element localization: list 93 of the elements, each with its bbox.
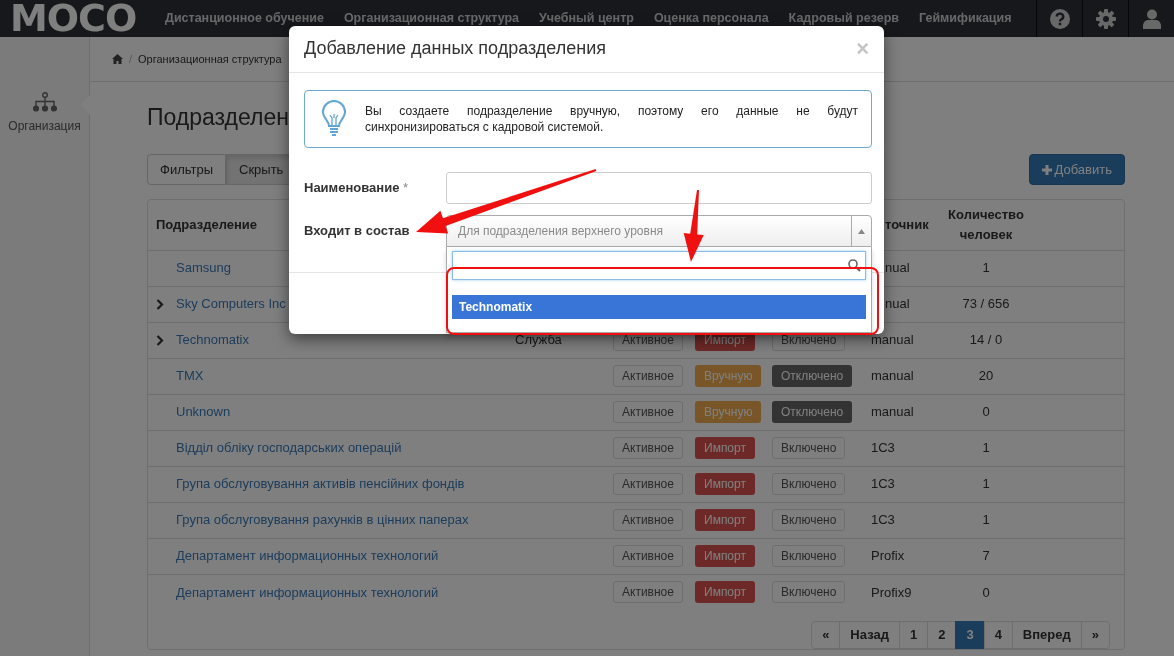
modal-title: Добавление данных подразделения (304, 38, 607, 60)
breadcrumb-separator: / (129, 51, 133, 67)
table-cell: nual (885, 260, 910, 276)
department-link[interactable]: Департамент информационных технологий (176, 546, 439, 566)
chevron-icon[interactable] (156, 298, 164, 310)
table-cell: 73 / 656 (962, 296, 1010, 312)
page-link[interactable]: « (811, 621, 841, 649)
field-label: Наименование * (304, 179, 410, 198)
lightbulb-icon (322, 100, 346, 138)
status-badge: Активное (613, 473, 683, 495)
table-cell: 1C3 (871, 440, 895, 456)
table-cell: manual (871, 368, 914, 384)
sync-badge: Отключено (772, 365, 853, 387)
sync-badge: Включено (772, 545, 846, 567)
dropdown-option[interactable]: Technomatix (452, 295, 866, 319)
origin-badge: Импорт (695, 509, 755, 531)
table-cell: 7 (982, 548, 990, 564)
table-cell: 1 (982, 476, 990, 492)
origin-badge: Вручную (695, 365, 762, 387)
search-field[interactable] (452, 251, 866, 280)
table-cell: Profix (871, 548, 905, 564)
page-link[interactable]: Вперед (1011, 621, 1082, 649)
department-link[interactable]: TMX (176, 366, 204, 386)
status-badge: Активное (613, 581, 683, 604)
column-header: Количество человек (948, 207, 1024, 242)
plus-icon (1041, 164, 1052, 175)
origin-badge: Импорт (695, 545, 755, 567)
name-field[interactable] (446, 172, 872, 204)
breadcrumb-link[interactable]: Организационная структура (138, 50, 282, 68)
hierarchy-icon (32, 92, 57, 112)
department-link[interactable]: Samsung (176, 258, 231, 278)
nav-link[interactable]: Учебный центр (529, 9, 644, 28)
column-header: Подразделение (156, 217, 258, 232)
page-link[interactable]: 1 (898, 621, 929, 649)
nav-link[interactable]: Дистанционное обучение (155, 9, 334, 28)
sync-badge: Включено (772, 509, 846, 531)
page-link[interactable]: 2 (927, 621, 957, 649)
status-badge: Активное (613, 365, 683, 387)
column-header: точник (885, 217, 929, 232)
origin-badge: Импорт (695, 473, 755, 495)
status-badge: Активное (613, 437, 683, 459)
page-title: Подразделен (147, 103, 289, 132)
table-cell: nual (885, 296, 910, 312)
table-cell: manual (871, 332, 914, 348)
table-cell: 1 (982, 512, 990, 528)
nav-link[interactable]: Кадровый резерв (778, 9, 909, 28)
sync-badge: Включено (772, 581, 846, 604)
status-badge: Активное (613, 401, 683, 423)
sync-badge: Включено (772, 437, 846, 459)
table-cell: 1C3 (871, 512, 895, 528)
table-cell: manual (871, 404, 914, 420)
table-cell: 1C3 (871, 476, 895, 492)
department-link[interactable]: Відділ обліку господарських операцій (176, 438, 402, 458)
page-link[interactable]: Назад (839, 621, 900, 649)
table-cell: 1 (982, 260, 990, 276)
nav-link[interactable]: Геймификация (909, 9, 1022, 28)
origin-badge: Вручную (695, 401, 762, 423)
sync-badge: Включено (772, 473, 846, 495)
sync-badge: Отключено (772, 401, 853, 423)
page-link[interactable]: 4 (983, 621, 1013, 649)
table-cell: 1 (982, 440, 990, 456)
notice-text: Вы создаете подразделение вручную, поэтому его данные не будут синхронизироваться с кадровой системой. (365, 103, 858, 135)
department-link[interactable]: Sky Computers Inc (176, 294, 286, 314)
add-button[interactable]: Добавить (1028, 154, 1125, 185)
table-cell: 14 / 0 (969, 332, 1003, 348)
status-badge: Активное (613, 509, 683, 531)
search-icon (848, 259, 861, 272)
close-button[interactable]: × (856, 38, 869, 60)
department-link[interactable]: Департамент информационных технологий (176, 582, 439, 602)
department-link[interactable]: Unknown (176, 402, 231, 422)
origin-badge: Импорт (695, 437, 755, 459)
help-icon[interactable] (1049, 8, 1070, 29)
field-label: Входит в состав (304, 222, 411, 241)
table-cell: Profix9 (871, 584, 912, 600)
department-link[interactable]: Група обслуговування активів пенсійних фондів (176, 474, 465, 494)
table-cell: 20 (978, 368, 994, 384)
nav-link[interactable]: Оценка персонала (643, 9, 779, 28)
page-link[interactable]: 3 (955, 621, 985, 649)
department-link[interactable]: Technomatix (176, 330, 249, 350)
user-icon[interactable] (1142, 8, 1161, 29)
home-icon[interactable] (112, 54, 123, 64)
filter-button[interactable]: Фильтры (147, 154, 226, 185)
table-cell: 0 (982, 584, 990, 600)
status-badge: Активное (613, 545, 683, 567)
sidebar-item[interactable]: Организация (0, 37, 89, 135)
chevron-icon[interactable] (156, 334, 164, 346)
nav-link[interactable]: Организационная структура (333, 9, 529, 28)
page-link[interactable]: » (1080, 621, 1110, 649)
table-cell: 0 (982, 404, 990, 420)
logo[interactable]: MOCO (10, 0, 155, 37)
origin-badge: Импорт (695, 581, 755, 604)
table-cell: Служба (515, 332, 562, 348)
department-link[interactable]: Група обслуговування рахунків в цінних паперах (176, 510, 469, 530)
